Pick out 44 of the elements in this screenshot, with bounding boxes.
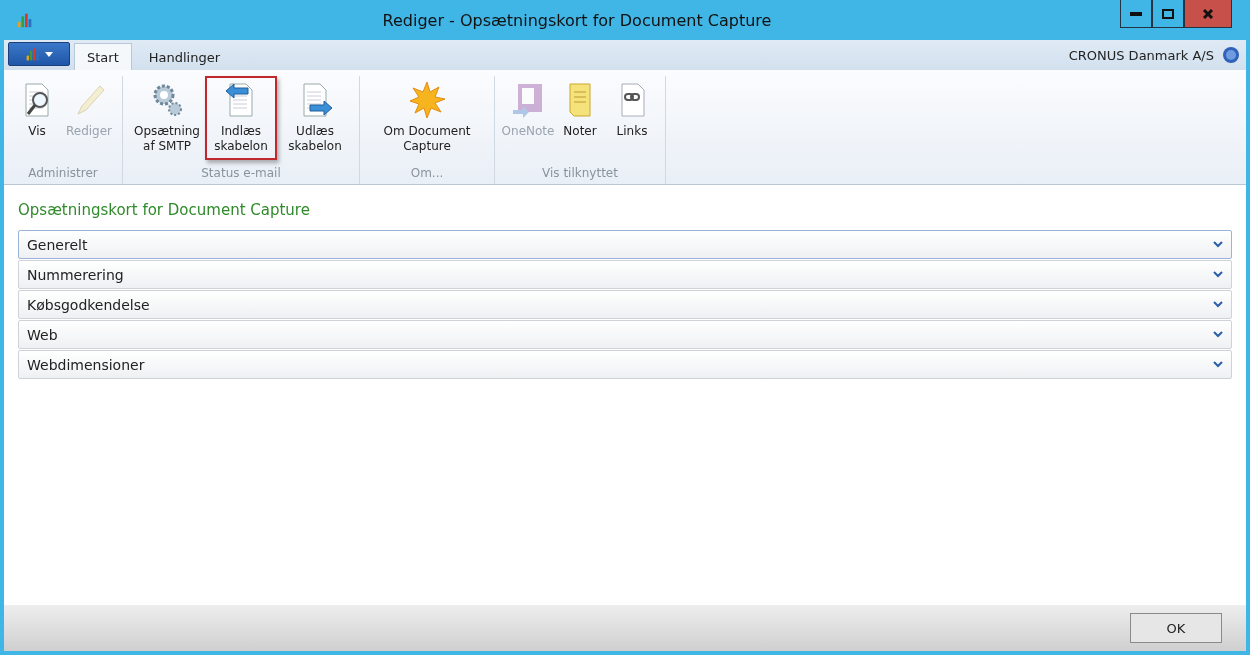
fasttab-header[interactable]: Nummerering: [18, 260, 1232, 289]
fasttab-header[interactable]: Købsgodkendelse: [18, 290, 1232, 319]
group-label: Status e-mail: [201, 166, 281, 182]
page-title: Opsætningskort for Document Capture: [18, 201, 311, 219]
fasttab-header[interactable]: Generelt: [18, 230, 1232, 259]
section-label: Generelt: [27, 236, 89, 253]
chevron-icon: [1213, 331, 1223, 338]
ribbon-tab[interactable]: Handlinger: [135, 43, 234, 70]
section-label: Webdimensioner: [27, 356, 146, 373]
ribbon-button[interactable]: Om Document Capture: [368, 76, 486, 160]
section-label: Nummerering: [27, 266, 125, 283]
app-logo-icon: [16, 11, 34, 29]
group-label: Vis tilknyttet: [542, 166, 618, 182]
maximize-button[interactable]: [1152, 0, 1184, 28]
ribbon-button[interactable]: Links: [607, 76, 657, 145]
group-label: Administrer: [28, 166, 98, 182]
close-button[interactable]: [1184, 0, 1232, 28]
starburst-icon: [408, 80, 446, 120]
maximize-icon: [1162, 8, 1174, 19]
window-title: Rediger - Opsætningskort for Document Capture: [381, 10, 773, 30]
application-menu-button[interactable]: [8, 42, 70, 66]
chevron-icon: [1213, 361, 1223, 368]
fasttab-header[interactable]: Web: [18, 320, 1232, 349]
help-icon[interactable]: [1222, 46, 1240, 64]
ribbon-button[interactable]: Udlæs skabelon: [279, 76, 351, 160]
minimize-button[interactable]: [1120, 0, 1152, 28]
chevron-icon: [1213, 271, 1223, 278]
fasttab-header[interactable]: Webdimensioner: [18, 350, 1232, 379]
chevron-icon: [1213, 241, 1223, 248]
section-label: Web: [27, 326, 59, 343]
ribbon-button[interactable]: Opsætning af SMTP: [131, 76, 203, 160]
ribbon-tab[interactable]: Start: [74, 43, 132, 70]
group-label: Om...: [410, 166, 444, 182]
close-icon: [1202, 7, 1214, 20]
minimize-icon: [1130, 11, 1142, 16]
caret-icon: [45, 51, 53, 57]
ribbon-button[interactable]: Vis: [12, 76, 62, 145]
ribbon-button[interactable]: Noter: [555, 76, 605, 145]
ribbon-button[interactable]: Indlæs skabelon: [205, 76, 277, 160]
app-logo-icon: [25, 46, 41, 62]
section-label: Købsgodkendelse: [27, 296, 151, 313]
chevron-icon: [1213, 301, 1223, 308]
ok-button[interactable]: OK: [1130, 613, 1222, 643]
company-name: CRONUS Danmark A/S: [1068, 47, 1214, 63]
